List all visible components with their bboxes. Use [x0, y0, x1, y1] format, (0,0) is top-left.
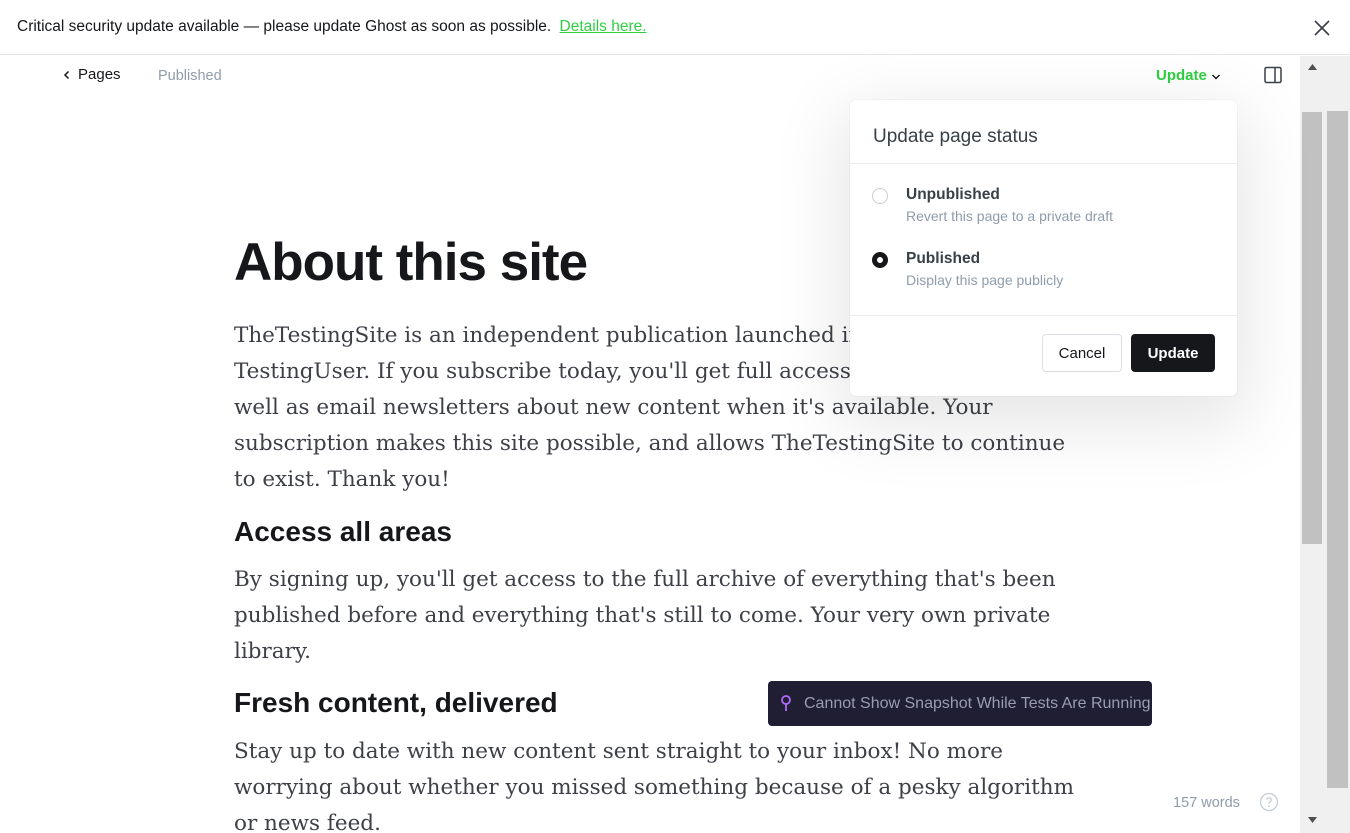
banner-message: Critical security update available — ple…: [17, 18, 552, 35]
page-title[interactable]: About this site: [234, 232, 588, 293]
window-scrollbar[interactable]: [1325, 56, 1350, 833]
toast-message: Cannot Show Snapshot While Tests Are Run…: [804, 695, 1151, 712]
option-description: Revert this page to a private draft: [906, 208, 1113, 224]
update-status-popover: Update page status Unpublished Revert th…: [850, 100, 1237, 396]
cancel-button[interactable]: Cancel: [1042, 334, 1122, 372]
sidebar-toggle-icon[interactable]: [1264, 66, 1282, 84]
window-scrollbar-thumb[interactable]: [1327, 111, 1348, 788]
divider: [850, 163, 1237, 164]
page-status-label: Published: [158, 68, 222, 84]
chevron-left-icon: [63, 70, 70, 79]
chevron-down-icon: [1211, 74, 1220, 80]
divider: [850, 315, 1237, 316]
banner-details-link[interactable]: Details here.: [560, 18, 647, 35]
banner-text: Critical security update available — ple…: [17, 18, 647, 36]
close-icon[interactable]: [1311, 17, 1333, 39]
radio-unpublished[interactable]: [872, 188, 888, 204]
back-to-pages-link[interactable]: Pages: [62, 66, 121, 83]
article-paragraph[interactable]: Stay up to date with new content sent st…: [234, 734, 1074, 833]
update-menu-label: Update: [1156, 67, 1207, 84]
radio-published[interactable]: [872, 252, 888, 268]
popover-title: Update page status: [873, 126, 1038, 147]
option-description: Display this page publicly: [906, 272, 1064, 288]
snapshot-toast: Cannot Show Snapshot While Tests Are Run…: [768, 681, 1152, 726]
back-label: Pages: [78, 66, 121, 83]
scroll-up-arrow-icon[interactable]: [1308, 64, 1317, 70]
article-heading[interactable]: Fresh content, delivered: [234, 687, 558, 719]
editor-scrollbar[interactable]: [1300, 56, 1325, 833]
word-count: 157 words: [1173, 795, 1240, 811]
update-menu-button[interactable]: Update: [1156, 67, 1221, 84]
pin-icon: [781, 695, 791, 711]
scroll-down-arrow-icon[interactable]: [1308, 817, 1317, 823]
update-button[interactable]: Update: [1131, 334, 1215, 372]
article-heading[interactable]: Access all areas: [234, 516, 452, 548]
help-icon[interactable]: [1259, 792, 1279, 812]
security-update-banner: Critical security update available — ple…: [0, 0, 1350, 55]
article-paragraph[interactable]: By signing up, you'll get access to the …: [234, 562, 1074, 670]
option-label: Unpublished: [906, 186, 1000, 203]
scrollbar-thumb[interactable]: [1302, 112, 1322, 544]
option-label: Published: [906, 250, 981, 267]
